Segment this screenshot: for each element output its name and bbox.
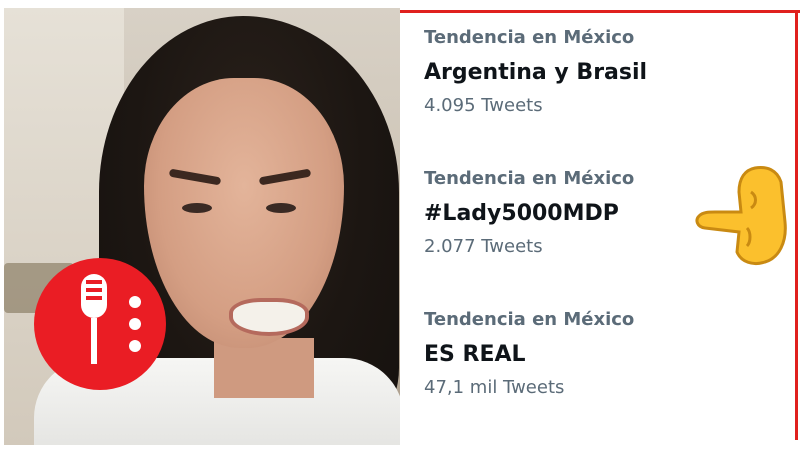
- trend-item[interactable]: Tendencia en México ES REAL 47,1 mil Twe…: [424, 309, 634, 398]
- thumbs-down-icon: [695, 166, 787, 266]
- trend-location: Tendencia en México: [424, 168, 635, 189]
- dot-1: [129, 296, 141, 308]
- microphone-logo: [34, 258, 166, 390]
- trend-name: #Lady5000MDP: [424, 201, 619, 226]
- trend-count: 2.077 Tweets: [424, 236, 543, 257]
- microphone-icon: [81, 274, 107, 364]
- trend-count: 4.095 Tweets: [424, 95, 543, 116]
- trend-item[interactable]: Tendencia en México Argentina y Brasil 4…: [424, 27, 647, 116]
- trend-item[interactable]: Tendencia en México #Lady5000MDP 2.077 T…: [424, 168, 634, 257]
- trend-name: Argentina y Brasil: [424, 60, 648, 85]
- trend-name: ES REAL: [424, 342, 526, 367]
- dot-3: [129, 340, 141, 352]
- left-eye: [182, 203, 212, 213]
- right-eye: [266, 203, 296, 213]
- trend-count: 47,1 mil Tweets: [424, 377, 565, 398]
- trend-location: Tendencia en México: [424, 309, 635, 330]
- trend-location: Tendencia en México: [424, 27, 635, 48]
- mouth: [229, 298, 309, 336]
- dot-2: [129, 318, 141, 330]
